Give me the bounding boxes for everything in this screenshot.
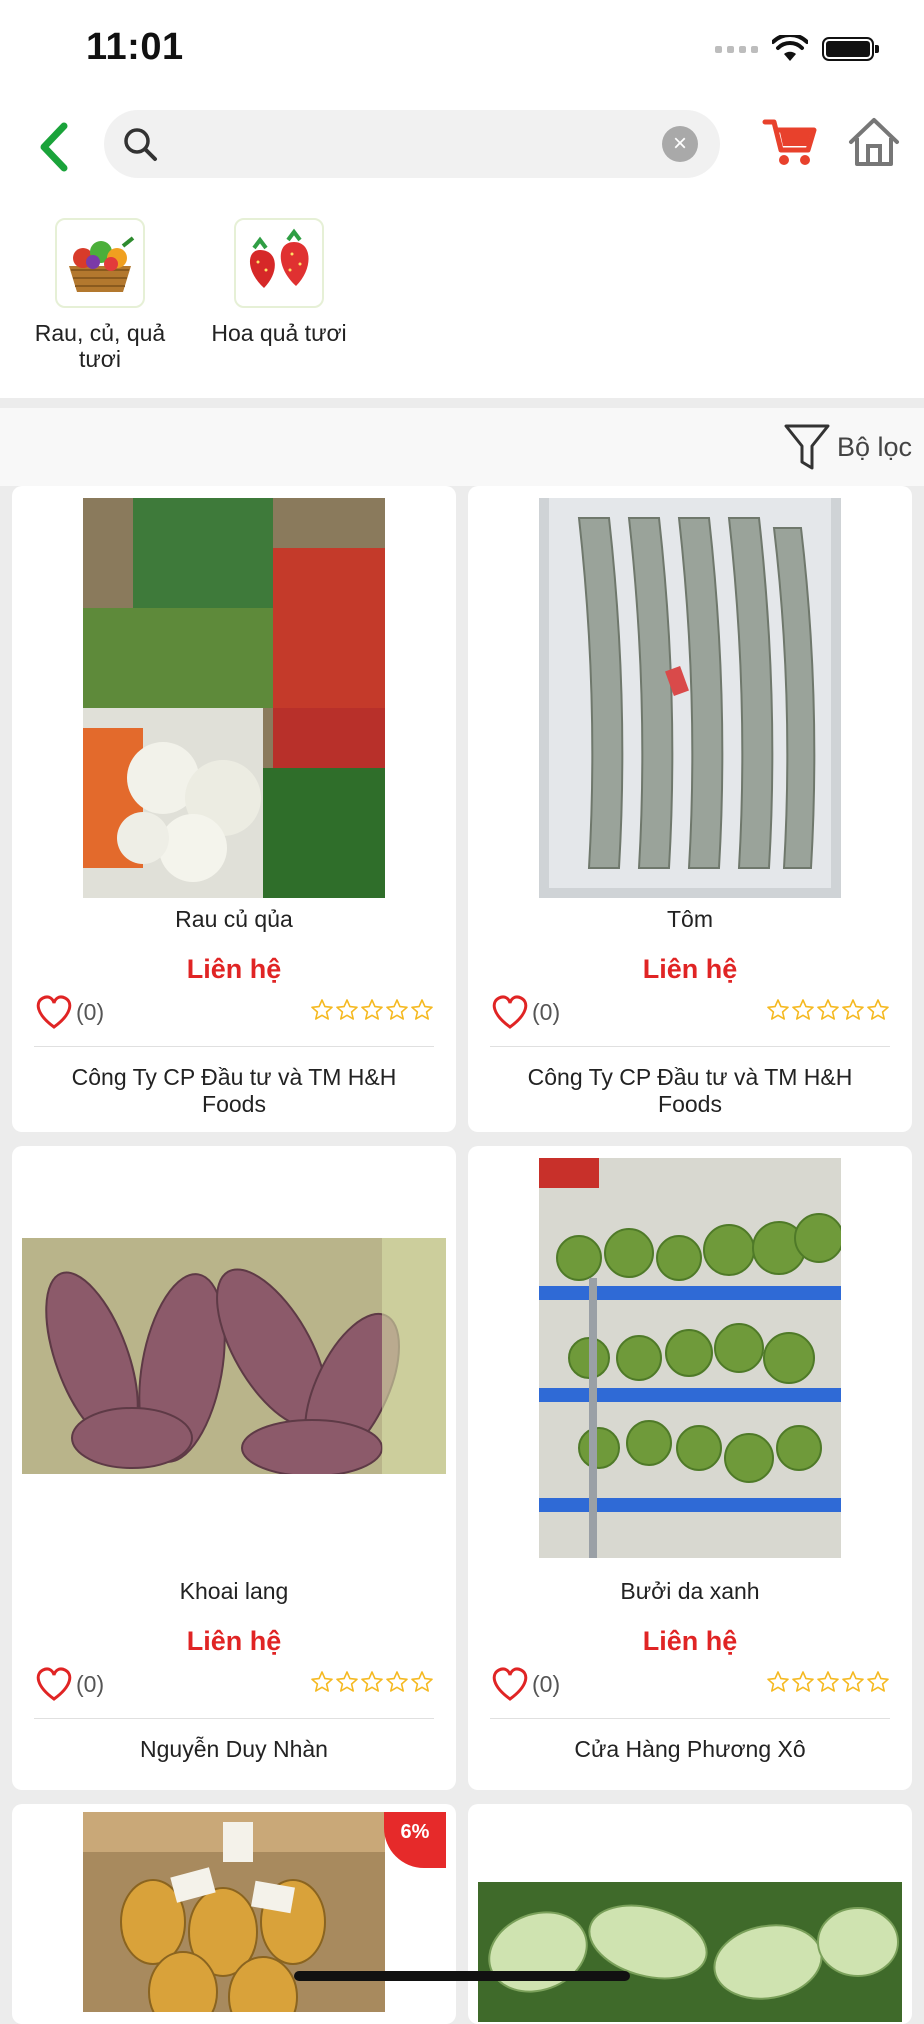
product-image <box>22 1238 446 1474</box>
category-label: Rau, củ, quả tươi <box>34 320 166 372</box>
star-icon <box>411 1671 433 1692</box>
category-item[interactable]: Hoa quả tươi <box>199 218 359 346</box>
product-image <box>478 1882 902 2022</box>
star-icon <box>361 999 383 1020</box>
filter-icon <box>784 424 830 470</box>
rating-stars <box>766 998 890 1022</box>
product-name: Khoai lang <box>179 1578 289 1604</box>
chevron-left-icon <box>40 122 68 172</box>
clear-icon: × <box>672 130 687 157</box>
category-thumbnail-fruit <box>234 218 324 308</box>
product-price: Liên hệ <box>642 954 738 984</box>
like-count: (0) <box>532 1670 561 1697</box>
signal-icon <box>715 45 758 53</box>
product-image <box>539 498 841 898</box>
shop-name[interactable]: Nguyễn Duy Nhàn <box>42 1736 426 1763</box>
filter-bar: Bộ lọc <box>0 408 924 486</box>
star-icon <box>386 1671 408 1692</box>
search-input[interactable] <box>174 122 648 168</box>
rating-stars <box>310 998 434 1022</box>
clear-search-button[interactable]: × <box>662 126 698 162</box>
card-divider <box>490 1718 890 1719</box>
heart-icon <box>492 995 528 1029</box>
product-name: Rau củ qủa <box>175 906 293 932</box>
filter-label: Bộ lọc <box>836 431 912 462</box>
card-divider <box>34 1718 434 1719</box>
shop-name[interactable]: Cửa Hàng Phương Xô <box>498 1736 882 1763</box>
product-card[interactable]: Rau củ qủa Liên hệ (0) Công Ty CP Đầu tư… <box>12 486 456 1132</box>
star-icon <box>842 1671 864 1692</box>
cart-icon[interactable] <box>762 114 818 170</box>
discount-badge: 6% <box>384 1812 446 1868</box>
product-card[interactable]: Bưởi da xanh Liên hệ (0) Cửa Hàng Phương… <box>468 1146 912 1790</box>
product-image <box>83 1812 385 2012</box>
heart-icon <box>36 995 72 1029</box>
card-divider <box>490 1046 890 1047</box>
shop-name[interactable]: Công Ty CP Đầu tư và TM H&H Foods <box>498 1064 882 1118</box>
star-icon <box>411 999 433 1020</box>
star-icon <box>792 999 814 1020</box>
star-icon <box>867 1671 889 1692</box>
star-icon <box>361 1671 383 1692</box>
like-button[interactable]: (0) <box>490 1666 560 1702</box>
card-divider <box>34 1046 434 1047</box>
product-price: Liên hệ <box>186 1626 282 1656</box>
star-icon <box>336 999 358 1020</box>
product-card[interactable] <box>468 1804 912 2024</box>
product-price: Liên hệ <box>642 1626 738 1656</box>
star-icon <box>311 1671 333 1692</box>
star-icon <box>767 999 789 1020</box>
category-label: Hoa quả tươi <box>211 320 347 346</box>
home-icon[interactable] <box>846 114 902 170</box>
back-button[interactable] <box>28 120 78 174</box>
like-count: (0) <box>76 998 105 1025</box>
product-card[interactable]: 6% <box>12 1804 456 2024</box>
product-card[interactable]: Tôm Liên hệ (0) Công Ty CP Đầu tư và TM … <box>468 486 912 1132</box>
star-icon <box>842 999 864 1020</box>
product-name: Tôm <box>667 906 713 932</box>
rating-stars <box>766 1670 890 1694</box>
header: × <box>0 100 924 192</box>
search-icon <box>124 128 157 161</box>
like-button[interactable]: (0) <box>34 994 104 1030</box>
star-icon <box>386 999 408 1020</box>
status-bar: 11:01 <box>0 0 924 100</box>
product-image <box>539 1158 841 1558</box>
like-count: (0) <box>76 1670 105 1697</box>
shop-name[interactable]: Công Ty CP Đầu tư và TM H&H Foods <box>42 1064 426 1118</box>
star-icon <box>867 999 889 1020</box>
heart-icon <box>36 1667 72 1701</box>
star-icon <box>817 999 839 1020</box>
battery-icon <box>822 37 879 61</box>
heart-icon <box>492 1667 528 1701</box>
status-icons <box>715 34 879 64</box>
search-bar[interactable]: × <box>104 110 720 178</box>
rating-stars <box>310 1670 434 1694</box>
star-icon <box>311 999 333 1020</box>
like-button[interactable]: (0) <box>34 1666 104 1702</box>
category-item[interactable]: Rau, củ, quả tươi <box>20 218 180 372</box>
category-thumbnail-vegetables <box>55 218 145 308</box>
star-icon <box>817 1671 839 1692</box>
star-icon <box>767 1671 789 1692</box>
product-image <box>83 498 385 898</box>
home-indicator <box>294 1971 630 1981</box>
category-strip: Rau, củ, quả tươi Hoa quả tươi <box>0 192 924 398</box>
product-name: Bưởi da xanh <box>620 1578 760 1604</box>
product-price: Liên hệ <box>186 954 282 984</box>
product-card[interactable]: Khoai lang Liên hệ (0) Nguyễn Duy Nhàn <box>12 1146 456 1790</box>
like-count: (0) <box>532 998 561 1025</box>
star-icon <box>336 1671 358 1692</box>
filter-button[interactable]: Bộ lọc <box>783 422 912 472</box>
star-icon <box>792 1671 814 1692</box>
like-button[interactable]: (0) <box>490 994 560 1030</box>
status-time: 11:01 <box>86 26 184 68</box>
wifi-icon <box>772 35 808 61</box>
